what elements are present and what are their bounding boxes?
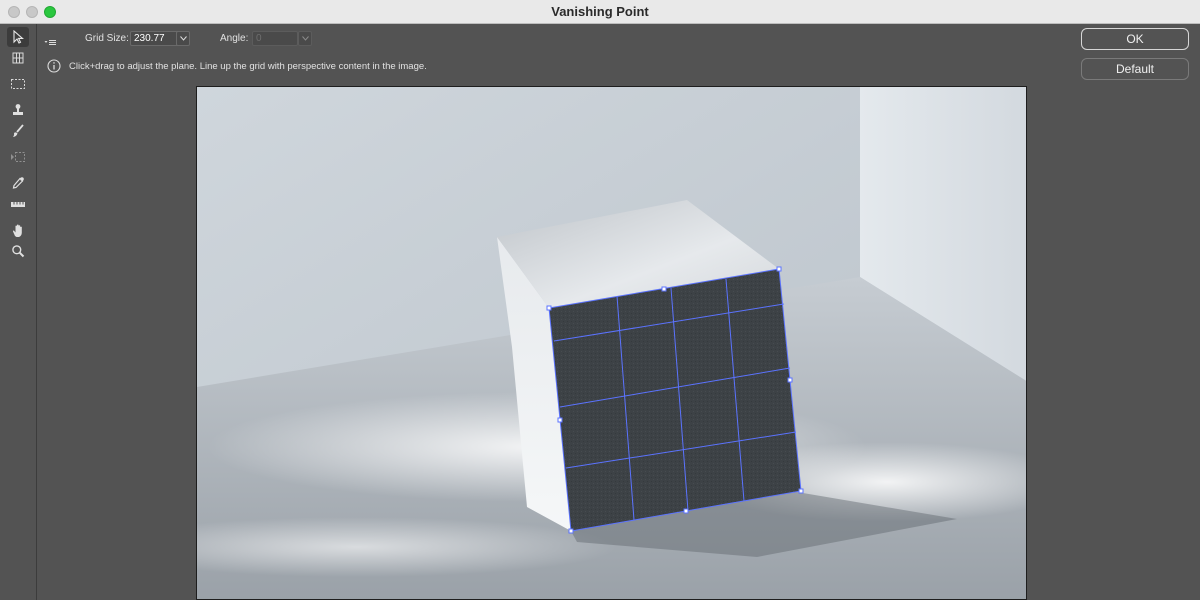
transform-tool[interactable] xyxy=(7,147,29,167)
grid-size-dropdown[interactable] xyxy=(176,31,190,46)
angle-dropdown[interactable] xyxy=(298,31,312,46)
marquee-tool[interactable] xyxy=(7,74,29,94)
canvas-image xyxy=(197,87,1026,599)
window-title: Vanishing Point xyxy=(551,4,649,19)
default-button[interactable]: Default xyxy=(1081,58,1189,80)
hand-tool[interactable] xyxy=(7,220,29,240)
chevron-down-icon xyxy=(180,36,187,41)
title-bar: Vanishing Point xyxy=(0,0,1200,24)
zoom-tool[interactable] xyxy=(7,241,29,261)
ok-button[interactable]: OK xyxy=(1081,28,1189,50)
menu-icon xyxy=(44,40,56,45)
grid-size-label: Grid Size: xyxy=(85,33,129,44)
plane-options-menu[interactable] xyxy=(44,35,60,45)
eyedropper-icon xyxy=(12,177,24,189)
ruler-icon xyxy=(11,202,25,207)
brush-tool[interactable] xyxy=(7,121,29,141)
dashed-rectangle-icon xyxy=(11,79,25,89)
tool-strip xyxy=(0,24,37,600)
chevron-down-icon xyxy=(302,36,309,41)
info-icon xyxy=(47,59,61,73)
stamp-tool[interactable] xyxy=(7,100,29,120)
brush-icon xyxy=(13,124,24,137)
create-plane-icon xyxy=(12,52,24,64)
arrow-pointer-icon xyxy=(13,30,24,44)
angle-label: Angle: xyxy=(220,33,249,44)
stamp-icon xyxy=(13,104,23,115)
transform-icon xyxy=(11,152,25,162)
hint-text: Click+drag to adjust the plane. Line up … xyxy=(69,61,427,72)
magnifier-icon xyxy=(12,245,25,258)
eyedropper-tool[interactable] xyxy=(7,173,29,193)
measure-tool[interactable] xyxy=(7,194,29,214)
create-plane-tool[interactable] xyxy=(7,48,29,68)
options-bar: Grid Size: 230.77 Angle: 0 Click+drag to… xyxy=(37,24,1200,84)
angle-field[interactable]: 0 xyxy=(252,31,298,46)
hand-icon xyxy=(12,224,22,237)
edit-plane-tool[interactable] xyxy=(7,27,29,47)
image-canvas[interactable] xyxy=(196,86,1027,600)
